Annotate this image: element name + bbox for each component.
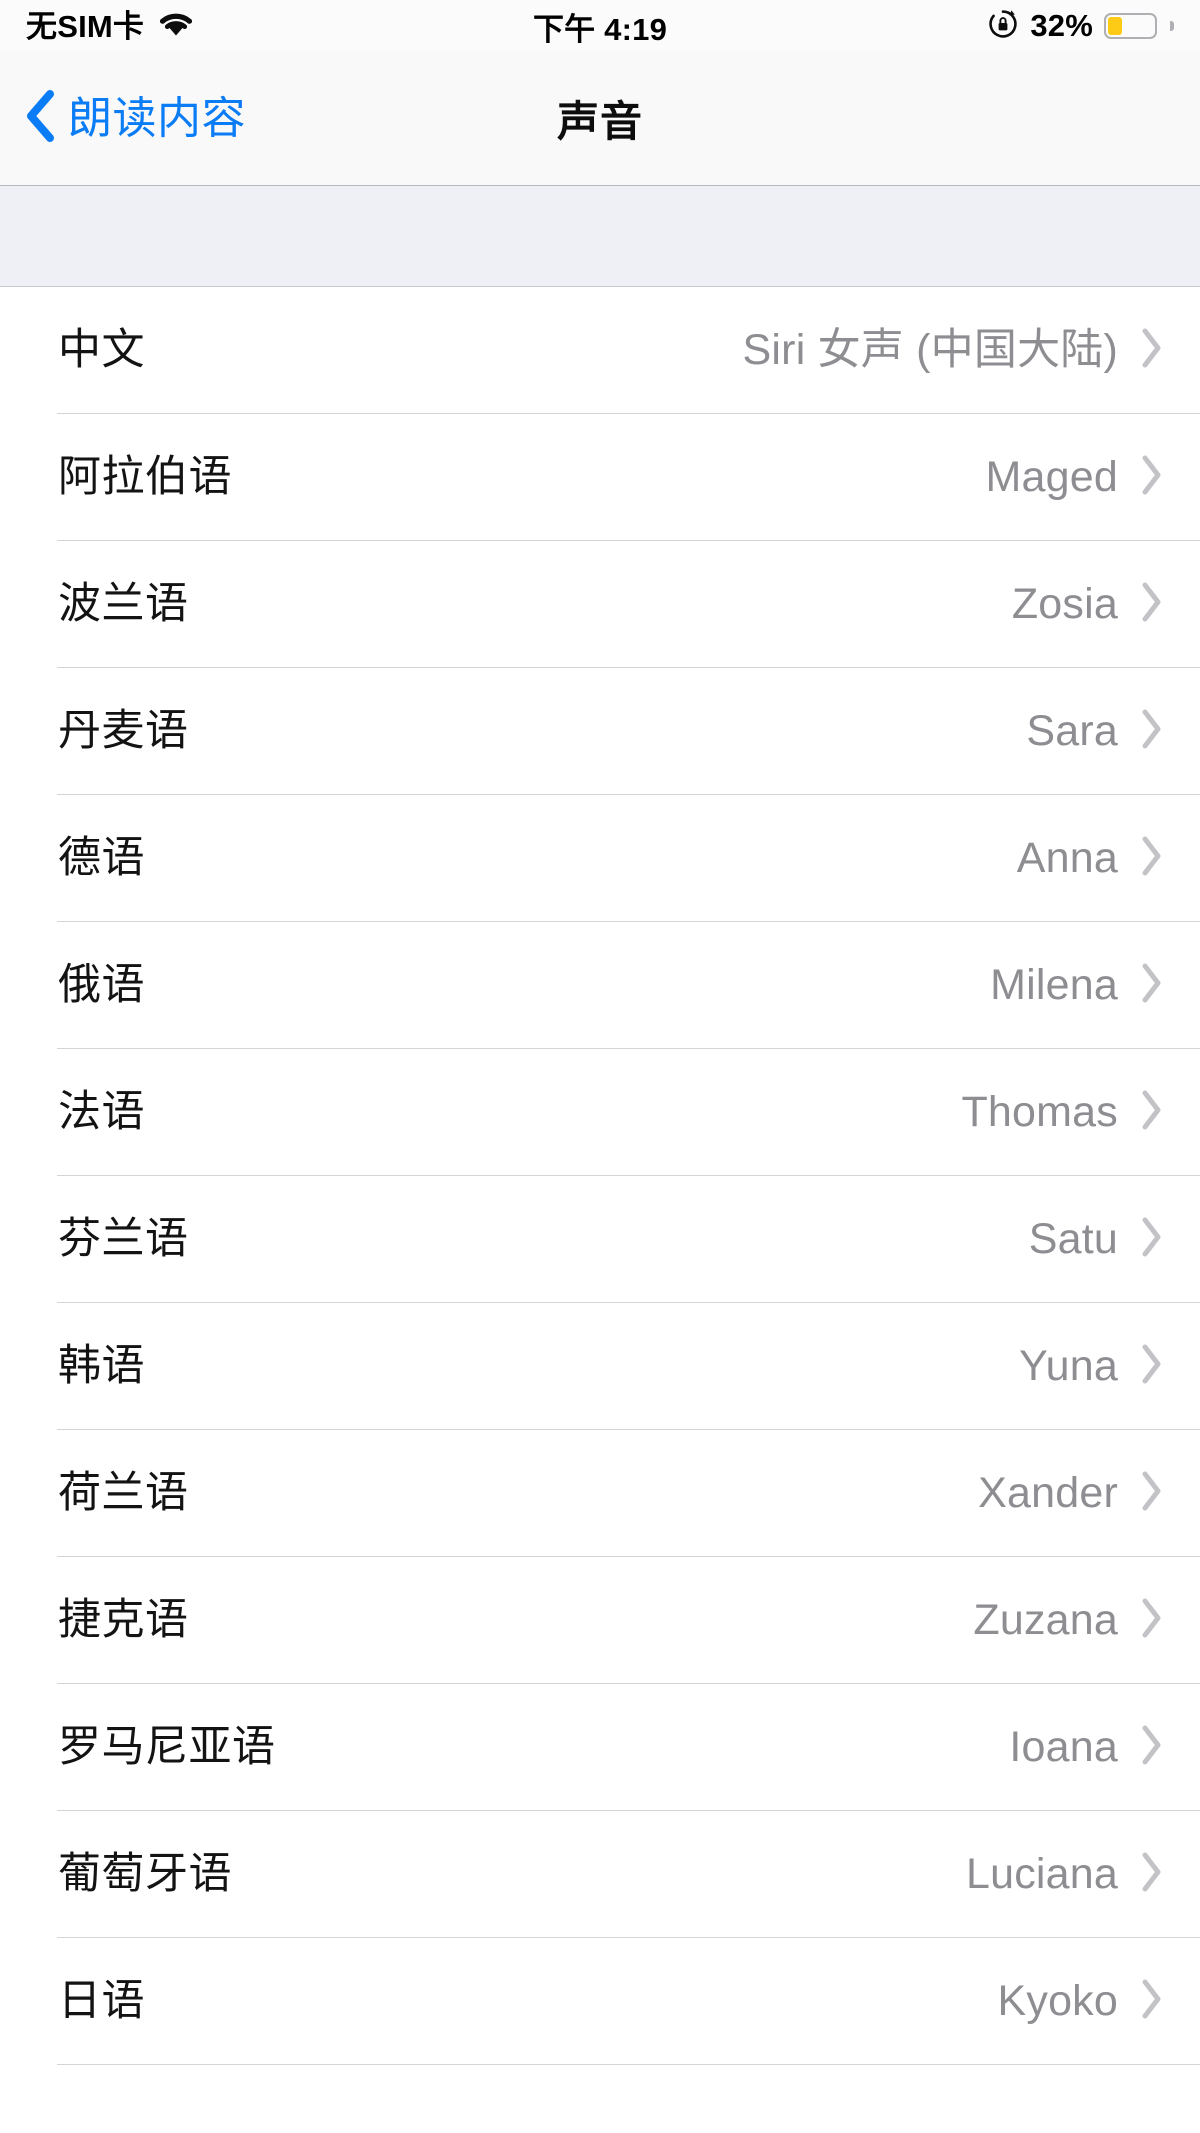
chevron-right-icon: [1140, 1724, 1164, 1771]
voice-language-row-3[interactable]: 丹麦语 Sara: [0, 668, 1200, 795]
row-value-group: Thomas: [961, 1089, 1164, 1136]
language-name-label: 葡萄牙语: [58, 1850, 232, 1898]
language-name-label: 韩语: [58, 1342, 145, 1390]
battery-cap: [1170, 21, 1174, 31]
chevron-right-icon: [1140, 1343, 1164, 1390]
battery-percentage-label: 32%: [1030, 8, 1093, 43]
voice-language-row-6[interactable]: 法语 Thomas: [0, 1049, 1200, 1176]
voice-language-row-10[interactable]: 捷克语 Zuzana: [0, 1557, 1200, 1684]
status-bar-left: 无SIM卡: [26, 9, 600, 44]
selected-voice-label: Maged: [985, 453, 1118, 501]
row-value-group: Yuna: [1019, 1343, 1164, 1390]
battery-fill: [1108, 17, 1123, 35]
row-value-group: Maged: [986, 454, 1164, 501]
language-name-label: 罗马尼亚语: [58, 1723, 276, 1771]
selected-voice-label: Luciana: [965, 1850, 1118, 1898]
voice-language-list: 中文 Siri 女声 (中国大陆) 阿拉伯语 Maged 波兰语 Zosia 丹…: [0, 287, 1200, 2065]
language-name-label: 波兰语: [58, 580, 189, 628]
voice-language-row-11[interactable]: 罗马尼亚语 Ioana: [0, 1684, 1200, 1811]
row-value-group: Siri 女声 (中国大陆): [743, 327, 1164, 374]
chevron-left-icon: [24, 88, 58, 149]
row-value-group: Satu: [1029, 1216, 1164, 1263]
wifi-icon: [156, 9, 196, 44]
row-value-group: Xander: [978, 1470, 1164, 1517]
chevron-right-icon: [1140, 962, 1164, 1009]
voice-language-row-13[interactable]: 日语 Kyoko: [0, 1938, 1200, 2065]
selected-voice-label: Zuzana: [973, 1596, 1118, 1644]
voice-language-row-12[interactable]: 葡萄牙语 Luciana: [0, 1811, 1200, 1938]
row-value-group: Sara: [1026, 708, 1164, 755]
language-name-label: 捷克语: [58, 1596, 189, 1644]
row-value-group: Milena: [990, 962, 1164, 1009]
voice-language-row-2[interactable]: 波兰语 Zosia: [0, 541, 1200, 668]
voice-language-row-4[interactable]: 德语 Anna: [0, 795, 1200, 922]
status-bar: 无SIM卡 下午 4:19 32%: [0, 0, 1200, 52]
language-name-label: 丹麦语: [58, 707, 189, 755]
selected-voice-label: Xander: [978, 1469, 1118, 1517]
chevron-right-icon: [1140, 1978, 1164, 2025]
chevron-right-icon: [1140, 581, 1164, 628]
chevron-right-icon: [1140, 454, 1164, 501]
voice-language-row-7[interactable]: 芬兰语 Satu: [0, 1176, 1200, 1303]
language-name-label: 荷兰语: [58, 1469, 189, 1517]
voice-language-row-9[interactable]: 荷兰语 Xander: [0, 1430, 1200, 1557]
voice-language-row-0[interactable]: 中文 Siri 女声 (中国大陆): [0, 287, 1200, 414]
language-name-label: 芬兰语: [58, 1215, 189, 1263]
carrier-label: 无SIM卡: [26, 8, 145, 44]
navigation-bar: 朗读内容 声音: [0, 52, 1200, 186]
section-header-band: [0, 186, 1200, 287]
chevron-right-icon: [1140, 1216, 1164, 1263]
chevron-right-icon: [1140, 327, 1164, 374]
chevron-right-icon: [1140, 1597, 1164, 1644]
language-name-label: 俄语: [58, 961, 145, 1009]
selected-voice-label: Siri 女声 (中国大陆): [742, 326, 1118, 374]
selected-voice-label: Anna: [1016, 834, 1118, 882]
chevron-right-icon: [1140, 835, 1164, 882]
status-bar-right: 32%: [600, 8, 1174, 45]
row-value-group: Kyoko: [997, 1978, 1164, 2025]
chevron-right-icon: [1140, 708, 1164, 755]
selected-voice-label: Sara: [1026, 707, 1118, 755]
row-value-group: Zuzana: [973, 1597, 1164, 1644]
rotation-lock-icon: [987, 8, 1019, 45]
voice-language-row-8[interactable]: 韩语 Yuna: [0, 1303, 1200, 1430]
voice-language-row-5[interactable]: 俄语 Milena: [0, 922, 1200, 1049]
row-value-group: Anna: [1017, 835, 1164, 882]
chevron-right-icon: [1140, 1089, 1164, 1136]
row-value-group: Ioana: [1009, 1724, 1164, 1771]
voice-language-row-1[interactable]: 阿拉伯语 Maged: [0, 414, 1200, 541]
selected-voice-label: Satu: [1028, 1215, 1118, 1263]
selected-voice-label: Yuna: [1019, 1342, 1118, 1390]
back-button[interactable]: 朗读内容: [0, 88, 246, 149]
selected-voice-label: Ioana: [1009, 1723, 1118, 1771]
language-name-label: 阿拉伯语: [58, 453, 232, 501]
language-name-label: 法语: [58, 1088, 145, 1136]
selected-voice-label: Kyoko: [997, 1977, 1118, 2025]
battery-icon: [1104, 13, 1157, 39]
chevron-right-icon: [1140, 1851, 1164, 1898]
back-button-label: 朗读内容: [68, 93, 246, 143]
row-value-group: Luciana: [966, 1851, 1164, 1898]
selected-voice-label: Milena: [990, 961, 1118, 1009]
selected-voice-label: Thomas: [961, 1088, 1118, 1136]
chevron-right-icon: [1140, 1470, 1164, 1517]
language-name-label: 德语: [58, 834, 145, 882]
selected-voice-label: Zosia: [1011, 580, 1118, 628]
row-value-group: Zosia: [1012, 581, 1164, 628]
language-name-label: 中文: [58, 326, 145, 374]
language-name-label: 日语: [58, 1977, 145, 2025]
